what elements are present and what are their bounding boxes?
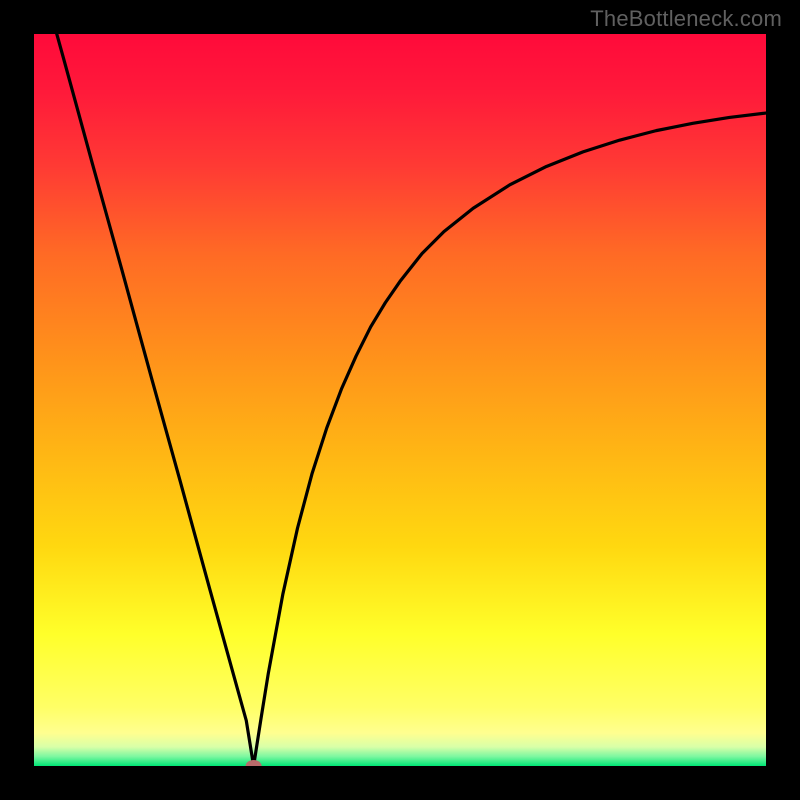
watermark-text: TheBottleneck.com bbox=[590, 6, 782, 32]
chart-plot bbox=[34, 34, 766, 766]
chart-background bbox=[34, 34, 766, 766]
chart-frame: TheBottleneck.com bbox=[0, 0, 800, 800]
